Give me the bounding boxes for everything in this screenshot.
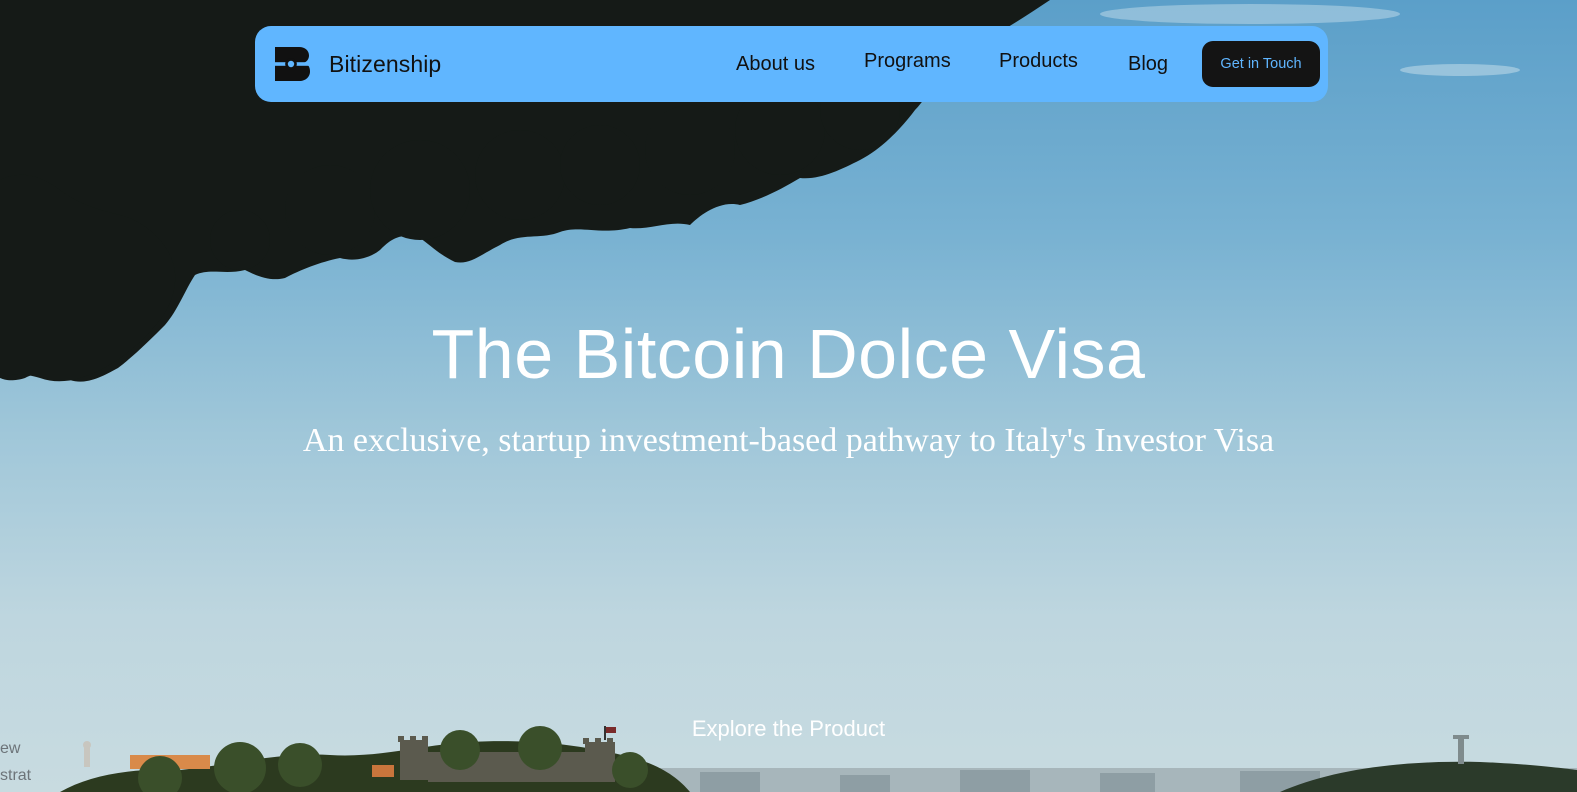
nav-link-programs[interactable]: Programs — [864, 50, 951, 73]
navbar: Bitizenship About us Programs Products B… — [255, 26, 1328, 102]
landscape-illustration — [0, 0, 1577, 792]
nav-link-about-us[interactable]: About us — [736, 53, 815, 76]
nav-link-blog[interactable]: Blog — [1128, 53, 1168, 76]
bitizenship-b-logo-icon — [275, 47, 310, 81]
hero-title: The Bitcoin Dolce Visa — [431, 315, 1146, 393]
hero-subtitle: An exclusive, startup investment-based p… — [302, 422, 1275, 459]
explore-product-link[interactable]: Explore the Product — [692, 716, 885, 741]
explore-product-container: Explore the Product — [0, 716, 1577, 742]
nav-link-products[interactable]: Products — [999, 50, 1078, 73]
brand-home-link[interactable]: Bitizenship — [275, 46, 441, 82]
hero-background-photo — [0, 0, 1577, 792]
get-in-touch-button[interactable]: Get in Touch — [1202, 41, 1320, 87]
brand-name: Bitizenship — [329, 50, 442, 77]
offscreen-text-fragment: ew — [0, 740, 21, 757]
offscreen-text-fragment: strat — [0, 767, 32, 784]
